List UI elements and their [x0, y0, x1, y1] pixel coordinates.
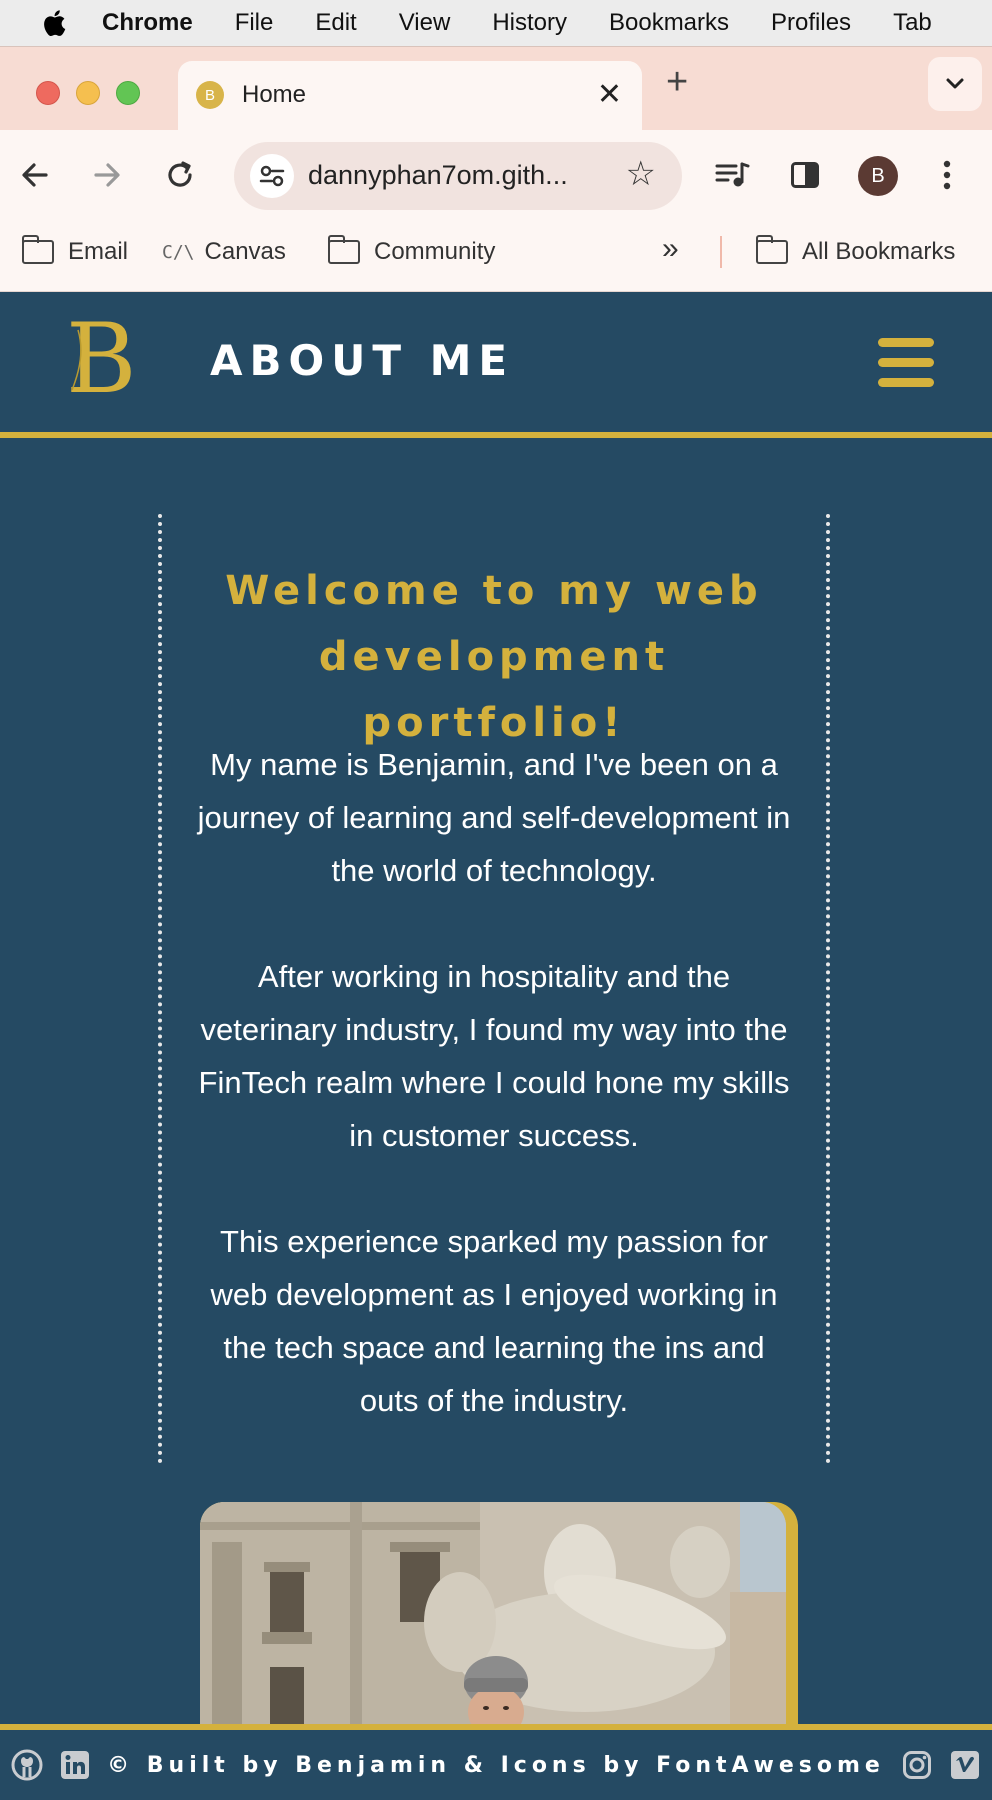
bookmarks-overflow-button[interactable]: » [662, 232, 679, 266]
tab-title: Home [242, 81, 307, 108]
about-paragraph: After working in hospitality and the vet… [198, 959, 790, 1153]
menu-tab[interactable]: Tab [893, 9, 932, 37]
menu-bookmarks[interactable]: Bookmarks [609, 9, 729, 37]
site-info-icon[interactable] [250, 154, 294, 198]
tab-search-button[interactable] [928, 57, 982, 111]
welcome-heading: Welcome to my web development portfolio! [225, 568, 763, 746]
favicon-icon: B [196, 81, 224, 109]
instagram-icon[interactable] [900, 1748, 934, 1782]
folder-icon [21, 235, 54, 264]
media-control-icon[interactable] [714, 152, 750, 198]
window-minimize-button[interactable] [76, 81, 100, 105]
about-paragraph: My name is Benjamin, and I've been on a … [197, 747, 791, 888]
profile-avatar[interactable]: B [858, 156, 898, 196]
site-header: B ABOUT ME [0, 292, 992, 438]
bookmark-community[interactable]: Community [327, 235, 496, 266]
menu-view[interactable]: View [399, 9, 451, 37]
new-tab-button[interactable]: + [666, 61, 688, 104]
folder-icon [327, 235, 360, 264]
all-bookmarks-button[interactable]: All Bookmarks [755, 235, 956, 266]
page-title: ABOUT ME [210, 336, 515, 385]
profile-photo [200, 1502, 786, 1732]
tab-home[interactable]: B Home ✕ [178, 61, 642, 131]
folder-icon [755, 235, 788, 264]
bookmarks-separator [720, 236, 722, 268]
about-card: Welcome to my web development portfolio!… [158, 514, 830, 1464]
bookmark-canvas[interactable]: C/\ Canvas [162, 238, 286, 266]
menu-profiles[interactable]: Profiles [771, 9, 851, 37]
about-paragraph: This experience sparked my passion for w… [210, 1224, 778, 1418]
bookmark-label: Canvas [204, 238, 286, 265]
more-menu-icon[interactable] [942, 152, 952, 198]
menu-app-chrome[interactable]: Chrome [102, 9, 193, 37]
window-zoom-button[interactable] [116, 81, 140, 105]
tab-strip: B Home ✕ + [0, 46, 992, 131]
bookmark-star-icon[interactable]: ☆ [626, 154, 656, 194]
tab-close-icon[interactable]: ✕ [597, 77, 622, 112]
side-panel-icon[interactable] [790, 152, 820, 198]
site-logo[interactable]: B [62, 303, 137, 415]
macos-menu-bar: Chrome File Edit View History Bookmarks … [0, 0, 992, 46]
hamburger-menu-icon[interactable] [878, 338, 936, 388]
site-footer: © Built by Benjamin & Icons by FontAweso… [0, 1724, 992, 1800]
window-close-button[interactable] [36, 81, 60, 105]
reload-button[interactable] [164, 152, 196, 198]
menu-file[interactable]: File [235, 9, 274, 37]
bookmarks-bar: Email C/\ Canvas Community » All Bookmar… [0, 222, 992, 292]
canvas-icon: C/\ [162, 241, 195, 263]
bookmark-label: All Bookmarks [802, 238, 956, 265]
browser-toolbar: dannyphan7om.gith... ☆ B [0, 130, 992, 222]
github-icon[interactable] [10, 1748, 44, 1782]
vimeo-icon[interactable] [948, 1748, 982, 1782]
profile-photo-frame [200, 1502, 798, 1732]
svg-text:B: B [66, 310, 134, 406]
bookmark-label: Community [374, 238, 496, 265]
bookmark-label: Email [68, 238, 129, 265]
bookmark-email[interactable]: Email [21, 235, 129, 266]
address-bar[interactable]: dannyphan7om.gith... ☆ [234, 142, 682, 210]
menu-history[interactable]: History [492, 9, 567, 37]
url-text[interactable]: dannyphan7om.gith... [308, 160, 568, 191]
footer-credits: © Built by Benjamin & Icons by FontAweso… [107, 1752, 885, 1778]
apple-logo-icon[interactable] [40, 9, 68, 37]
linkedin-icon[interactable] [58, 1748, 92, 1782]
back-button[interactable] [20, 152, 50, 198]
menu-edit[interactable]: Edit [315, 9, 356, 37]
forward-button[interactable] [92, 152, 122, 198]
